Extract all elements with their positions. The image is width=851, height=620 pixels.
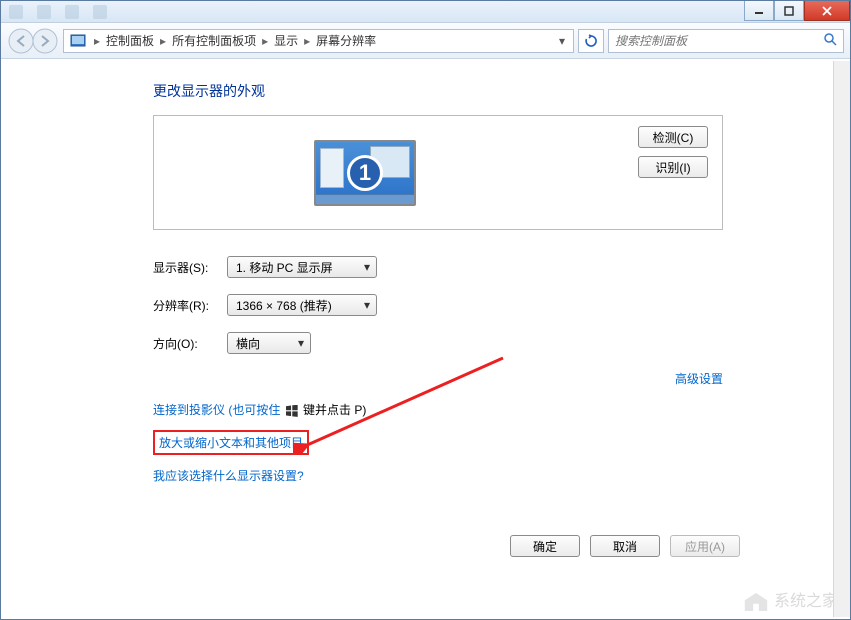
settings-form: 显示器(S): 1. 移动 PC 显示屏 分辨率(R): 1366 × 768 …: [153, 256, 848, 354]
search-input[interactable]: [615, 34, 823, 48]
titlebar: [1, 1, 850, 23]
projector-suffix: 键并点击 P): [300, 403, 367, 417]
ok-button[interactable]: 确定: [510, 535, 580, 557]
detect-button[interactable]: 检测(C): [638, 126, 708, 148]
resolution-label: 分辨率(R):: [153, 297, 227, 314]
which-display-link[interactable]: 我应该选择什么显示器设置?: [153, 469, 304, 483]
dialog-buttons: 确定 取消 应用(A): [3, 535, 848, 557]
orientation-label: 方向(O):: [153, 335, 227, 352]
nav-back-forward[interactable]: [7, 27, 59, 55]
advanced-settings-link[interactable]: 高级设置: [675, 370, 723, 387]
resolution-value: 1366 × 768 (推荐): [236, 297, 332, 314]
monitor-thumbnail[interactable]: 1: [314, 140, 416, 206]
orientation-select[interactable]: 横向: [227, 332, 311, 354]
window-controls: [744, 1, 850, 22]
titlebar-left: [1, 1, 744, 22]
breadcrumb-item[interactable]: 控制面板: [104, 32, 156, 49]
breadcrumb-sep: ▸: [300, 34, 314, 48]
content-area: 更改显示器的外观 1 检测(C) 识别(I) 显示器(S): 1. 移动 PC …: [3, 61, 848, 617]
watermark: 系统之家: [742, 587, 838, 611]
scrollbar[interactable]: [833, 61, 850, 617]
display-value: 1. 移动 PC 显示屏: [236, 259, 333, 276]
orientation-value: 横向: [236, 335, 260, 352]
title-decoration: [65, 5, 79, 19]
breadcrumb-item[interactable]: 显示: [272, 32, 300, 49]
breadcrumb-item[interactable]: 所有控制面板项: [170, 32, 258, 49]
refresh-icon: [584, 34, 598, 48]
text-scale-link[interactable]: 放大或缩小文本和其他项目: [153, 430, 309, 455]
search-icon: [823, 32, 837, 49]
breadcrumb-sep: ▸: [90, 34, 104, 48]
projector-line: 连接到投影仪 (也可按住 键并点击 P): [153, 401, 848, 418]
minimize-button[interactable]: [744, 1, 774, 21]
window: ▸ 控制面板 ▸ 所有控制面板项 ▸ 显示 ▸ 屏幕分辨率 ▾ 更改显示器的外观…: [0, 0, 851, 620]
control-panel-icon: [70, 33, 86, 49]
breadcrumb-dropdown[interactable]: ▾: [553, 34, 571, 48]
display-select[interactable]: 1. 移动 PC 显示屏: [227, 256, 377, 278]
title-decoration: [93, 5, 107, 19]
resolution-select[interactable]: 1366 × 768 (推荐): [227, 294, 377, 316]
monitor-taskbar: [316, 194, 414, 204]
identify-button[interactable]: 识别(I): [638, 156, 708, 178]
breadcrumb-item[interactable]: 屏幕分辨率: [314, 32, 378, 49]
maximize-button[interactable]: [774, 1, 804, 21]
windows-logo-icon: [286, 405, 298, 417]
search-box[interactable]: [608, 29, 844, 53]
breadcrumb-sep: ▸: [258, 34, 272, 48]
display-preview-box: 1 检测(C) 识别(I): [153, 115, 723, 230]
cancel-button[interactable]: 取消: [590, 535, 660, 557]
title-decoration: [37, 5, 51, 19]
display-label: 显示器(S):: [153, 259, 227, 276]
monitor-number-badge: 1: [347, 155, 383, 191]
page-title: 更改显示器的外观: [153, 81, 848, 101]
breadcrumb[interactable]: ▸ 控制面板 ▸ 所有控制面板项 ▸ 显示 ▸ 屏幕分辨率 ▾: [63, 29, 574, 53]
close-button[interactable]: [804, 1, 850, 21]
apply-button[interactable]: 应用(A): [670, 535, 740, 557]
navbar: ▸ 控制面板 ▸ 所有控制面板项 ▸ 显示 ▸ 屏幕分辨率 ▾: [1, 23, 850, 59]
refresh-button[interactable]: [578, 29, 604, 53]
projector-link[interactable]: 连接到投影仪 (也可按住: [153, 403, 284, 417]
breadcrumb-sep: ▸: [156, 34, 170, 48]
title-decoration: [9, 5, 23, 19]
